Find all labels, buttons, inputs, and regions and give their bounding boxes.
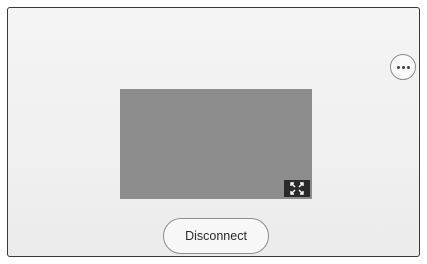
screen-preview[interactable]	[120, 89, 312, 199]
more-options-button[interactable]	[390, 54, 416, 80]
disconnect-button[interactable]: Disconnect	[163, 218, 269, 254]
disconnect-button-label: Disconnect	[185, 229, 247, 243]
more-options-icon-dot	[406, 65, 410, 69]
expand-fullscreen-icon	[290, 182, 304, 195]
more-options-icon	[396, 65, 400, 69]
fullscreen-button[interactable]	[284, 180, 310, 197]
more-options-icon-dot	[401, 65, 405, 69]
display-screen: Disconnect	[7, 7, 420, 257]
